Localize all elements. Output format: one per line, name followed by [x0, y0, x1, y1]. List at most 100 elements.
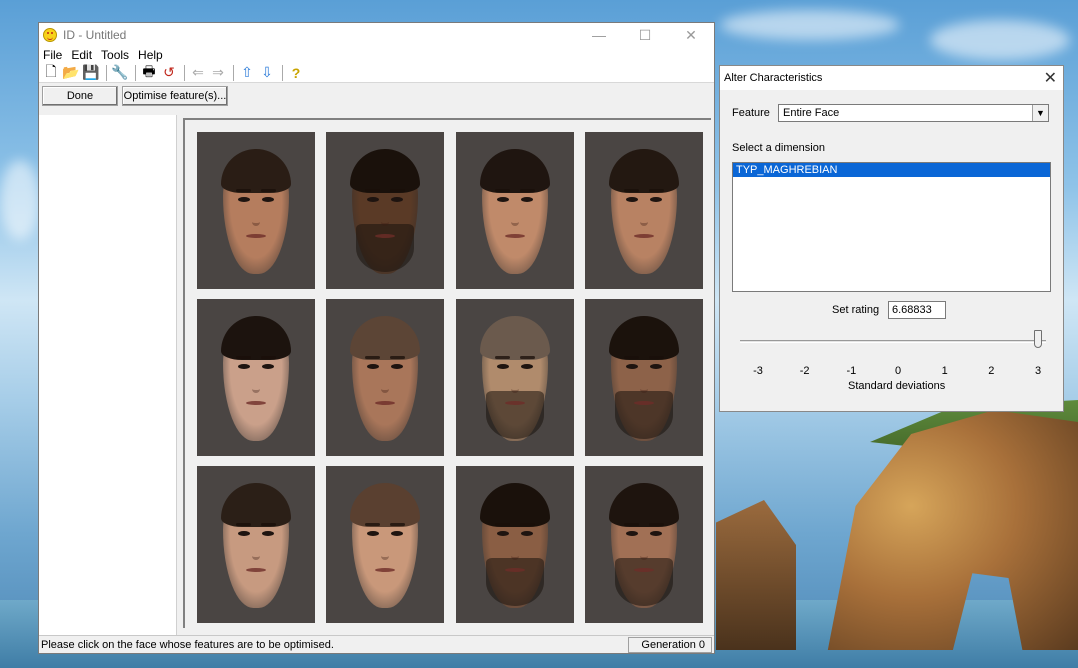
title-bar[interactable]: ID - Untitled — ☐ ✕ — [39, 23, 714, 47]
eyebrow — [390, 356, 405, 359]
rating-input[interactable]: 6.68833 — [888, 301, 946, 319]
eyebrow — [236, 523, 251, 526]
eyebrow — [520, 356, 535, 359]
eyebrow — [649, 523, 664, 526]
face-tile[interactable] — [326, 132, 444, 289]
slider-tick-label: 3 — [1034, 365, 1042, 377]
mouth — [246, 568, 266, 572]
eye — [391, 531, 403, 536]
hair — [480, 149, 550, 193]
eyebrow — [390, 523, 405, 526]
optimise-features-button[interactable]: Optimise feature(s)... — [122, 86, 228, 106]
nose — [381, 538, 389, 560]
face-grid — [183, 118, 711, 628]
alter-characteristics-dialog: Alter Characteristics ✕ Feature Entire F… — [719, 65, 1064, 412]
face-tile[interactable] — [326, 466, 444, 623]
menu-edit[interactable]: Edit — [71, 48, 92, 62]
slider-tick-label: -1 — [846, 365, 857, 377]
feature-select[interactable]: Entire Face ▼ — [778, 104, 1049, 122]
dialog-close-icon[interactable]: ✕ — [1044, 68, 1057, 88]
eye — [521, 364, 533, 369]
minimize-button[interactable]: — — [576, 23, 622, 47]
rating-slider-thumb[interactable] — [1034, 330, 1042, 348]
nose — [381, 204, 389, 226]
eye — [626, 197, 638, 202]
face-tile[interactable] — [585, 466, 703, 623]
action-buttons-row: Done Optimise feature(s)... — [39, 83, 714, 109]
eye — [367, 197, 379, 202]
eye — [238, 197, 250, 202]
close-button[interactable]: ✕ — [668, 23, 714, 47]
eyebrow — [649, 189, 664, 192]
face-tile[interactable] — [585, 299, 703, 456]
face-tile[interactable] — [456, 299, 574, 456]
eyebrow — [261, 523, 276, 526]
undo-icon[interactable]: ↺ — [160, 64, 178, 82]
dimension-label: Select a dimension — [732, 142, 825, 154]
face-tile[interactable] — [456, 132, 574, 289]
forward-arrow-icon[interactable]: ⇒ — [209, 64, 227, 82]
hair — [609, 483, 679, 527]
eye — [650, 531, 662, 536]
hair — [480, 483, 550, 527]
eye — [521, 531, 533, 536]
open-folder-icon[interactable]: 📂 — [62, 64, 80, 82]
nose — [252, 371, 260, 393]
eyebrow — [520, 523, 535, 526]
beard — [356, 224, 414, 272]
mouth — [505, 568, 525, 572]
eyebrow — [495, 523, 510, 526]
main-window: ID - Untitled — ☐ ✕ File Edit Tools Help… — [38, 22, 715, 654]
print-icon[interactable]: 🖶 — [140, 63, 158, 82]
back-arrow-icon[interactable]: ⇐ — [189, 64, 207, 82]
down-arrow-icon[interactable]: ⇩ — [258, 64, 276, 82]
save-icon[interactable]: 💾 — [82, 64, 100, 82]
eyebrow — [520, 189, 535, 192]
face-tile[interactable] — [326, 299, 444, 456]
face-tile[interactable] — [585, 132, 703, 289]
slider-tick-label: -2 — [799, 365, 810, 377]
face-tile[interactable] — [456, 466, 574, 623]
eyebrow — [236, 189, 251, 192]
face-tile[interactable] — [197, 132, 315, 289]
status-message: Please click on the face whose features … — [41, 638, 334, 651]
done-button[interactable]: Done — [42, 86, 118, 106]
dialog-title-bar[interactable]: Alter Characteristics ✕ — [720, 66, 1063, 90]
eye — [262, 364, 274, 369]
eye — [497, 531, 509, 536]
hair — [221, 316, 291, 360]
beard — [486, 558, 544, 606]
mouth — [375, 568, 395, 572]
eye — [262, 197, 274, 202]
beard — [486, 391, 544, 439]
eyebrow — [649, 356, 664, 359]
slider-tick-label: 2 — [988, 365, 995, 377]
toolbar-separator — [282, 64, 283, 81]
mouth — [634, 401, 654, 405]
wrench-icon[interactable]: 🔧 — [111, 64, 129, 82]
mouth — [634, 568, 654, 572]
smiley-app-icon — [43, 28, 57, 42]
eyebrow — [624, 523, 639, 526]
new-file-icon[interactable]: 🗋 — [42, 63, 60, 82]
dimension-item-selected[interactable]: TYP_MAGHREBIAN — [733, 163, 1050, 177]
face-tile[interactable] — [197, 299, 315, 456]
dialog-title: Alter Characteristics — [724, 72, 823, 84]
eyebrow — [261, 189, 276, 192]
eyebrow — [495, 356, 510, 359]
mouth — [375, 401, 395, 405]
menu-tools[interactable]: Tools — [101, 48, 129, 62]
help-icon[interactable]: ? — [287, 64, 305, 82]
nose — [511, 204, 519, 226]
dimension-listbox[interactable]: TYP_MAGHREBIAN — [732, 162, 1051, 292]
face-tile[interactable] — [197, 466, 315, 623]
nose — [640, 538, 648, 560]
up-arrow-icon[interactable]: ⇧ — [238, 64, 256, 82]
eyebrow — [261, 356, 276, 359]
eye — [497, 364, 509, 369]
rating-slider-track[interactable] — [740, 340, 1046, 343]
chevron-down-icon[interactable]: ▼ — [1032, 105, 1048, 121]
nose — [640, 371, 648, 393]
maximize-button[interactable]: ☐ — [622, 23, 668, 47]
toolbar-separator — [184, 64, 185, 81]
